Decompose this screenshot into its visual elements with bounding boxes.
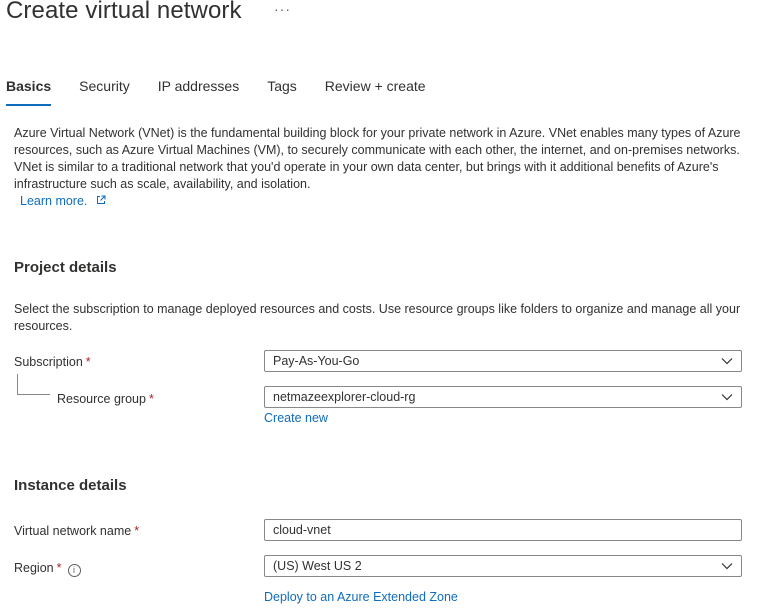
chevron-down-icon bbox=[721, 394, 733, 401]
region-label-text: Region bbox=[14, 561, 54, 575]
resource-group-label: Resource group * bbox=[57, 392, 154, 406]
vnet-name-label: Virtual network name * bbox=[14, 524, 139, 538]
external-link-icon bbox=[96, 195, 106, 208]
tab-tags[interactable]: Tags bbox=[267, 78, 297, 104]
required-marker: * bbox=[85, 355, 91, 369]
required-marker: * bbox=[56, 561, 62, 575]
tab-security[interactable]: Security bbox=[79, 78, 130, 104]
tab-bar: Basics Security IP addresses Tags Review… bbox=[6, 78, 454, 106]
learn-more-label: Learn more. bbox=[20, 194, 88, 208]
resource-group-label-text: Resource group bbox=[57, 392, 146, 406]
page-title: Create virtual network bbox=[6, 0, 242, 24]
region-value: (US) West US 2 bbox=[273, 559, 362, 573]
project-details-description: Select the subscription to manage deploy… bbox=[14, 302, 741, 333]
learn-more-link[interactable]: Learn more. bbox=[20, 194, 106, 208]
subscription-label-text: Subscription bbox=[14, 355, 83, 369]
vnet-name-input[interactable] bbox=[264, 519, 742, 541]
resource-group-dropdown[interactable]: netmazeexplorer-cloud-rg bbox=[264, 386, 742, 408]
info-icon[interactable]: i bbox=[67, 564, 81, 577]
required-marker: * bbox=[134, 524, 140, 538]
more-horizontal-icon[interactable]: ··· bbox=[274, 1, 291, 17]
chevron-down-icon bbox=[721, 563, 733, 570]
intro-description: Azure Virtual Network (VNet) is the fund… bbox=[14, 126, 741, 191]
resource-group-value: netmazeexplorer-cloud-rg bbox=[273, 390, 416, 404]
tab-basics[interactable]: Basics bbox=[6, 78, 52, 106]
region-label: Region * i bbox=[14, 561, 81, 577]
subscription-label: Subscription * bbox=[14, 355, 91, 369]
tab-ip-addresses[interactable]: IP addresses bbox=[158, 78, 239, 104]
create-new-resource-group-link[interactable]: Create new bbox=[264, 411, 328, 425]
vnet-name-label-text: Virtual network name bbox=[14, 524, 132, 538]
required-marker: * bbox=[148, 392, 154, 406]
instance-details-heading: Instance details bbox=[14, 477, 127, 494]
tab-review-create[interactable]: Review + create bbox=[325, 78, 426, 104]
chevron-down-icon bbox=[721, 358, 733, 365]
region-dropdown[interactable]: (US) West US 2 bbox=[264, 555, 742, 577]
subscription-dropdown[interactable]: Pay-As-You-Go bbox=[264, 350, 742, 372]
tree-connector bbox=[17, 374, 50, 395]
project-details-heading: Project details bbox=[14, 259, 117, 276]
subscription-value: Pay-As-You-Go bbox=[273, 354, 360, 368]
deploy-extended-zone-link[interactable]: Deploy to an Azure Extended Zone bbox=[264, 590, 458, 604]
